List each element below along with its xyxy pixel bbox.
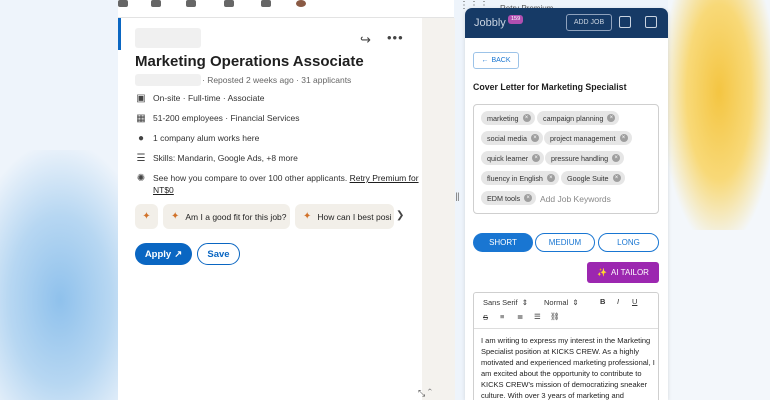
bell-icon[interactable] <box>261 0 271 7</box>
jobbly-header: Jobbly 159 ADD JOB <box>465 8 668 38</box>
jobs-icon[interactable] <box>186 0 196 7</box>
avatar[interactable] <box>296 0 306 7</box>
length-short-button[interactable]: SHORT <box>473 233 533 252</box>
size-select[interactable]: Normal ⇕ <box>544 298 579 307</box>
keyword-chip: marketing × <box>481 111 535 125</box>
sparkle-icon: ✦ <box>303 211 312 222</box>
page-gutter <box>422 18 455 400</box>
job-detail-workplace: ▣ On-site · Full-time · Associate <box>136 92 265 104</box>
network-icon[interactable] <box>151 0 161 7</box>
building-icon: ▦ <box>136 112 146 124</box>
company-name-placeholder <box>135 74 201 86</box>
keyword-chip: campaign planning × <box>537 111 620 125</box>
keyword-chip: Google Suite × <box>561 171 625 185</box>
job-detail-alumni: ● 1 company alum works here <box>135 131 259 145</box>
collapse-icons[interactable]: ⤡ ⌃ <box>418 388 432 399</box>
chevron-right-icon[interactable]: ❯ <box>396 210 404 221</box>
jobbly-logo: Jobbly <box>474 17 506 29</box>
italic-icon[interactable]: I <box>617 297 619 306</box>
watercolor-yellow-decoration <box>668 0 770 230</box>
link-icon[interactable]: ⛓ <box>550 312 560 321</box>
arrow-left-icon: ← <box>481 57 489 64</box>
checklist-icon: ☰ <box>136 152 146 164</box>
remove-icon[interactable]: × <box>532 154 541 162</box>
ai-assistant-button[interactable]: ✦ <box>135 204 158 229</box>
editor-toolbar: Sans Serif ⇕ Normal ⇕ B I U S ≡ ≣ ☰ ⛓ <box>474 293 658 329</box>
add-job-button[interactable]: ADD JOB <box>566 14 612 31</box>
ordered-list-icon[interactable]: ≡ <box>500 312 504 321</box>
job-detail-compare: ✺ See how you compare to over 100 other … <box>136 172 419 184</box>
cover-letter-editor[interactable]: Sans Serif ⇕ Normal ⇕ B I U S ≡ ≣ ☰ ⛓ I … <box>473 292 659 400</box>
ai-prompt-fit[interactable]: ✦ Am I a good fit for this job? <box>163 204 290 229</box>
cover-letter-text[interactable]: I am writing to express my interest in t… <box>481 335 655 400</box>
retry-premium-link[interactable]: Retry Premium for <box>350 173 419 183</box>
keyword-chip: pressure handling × <box>545 151 625 165</box>
remove-icon[interactable]: × <box>524 194 533 202</box>
credits-badge: 159 <box>508 15 524 24</box>
remove-icon[interactable]: × <box>612 174 621 182</box>
keyword-chip: social media × <box>481 131 543 145</box>
document-icon[interactable] <box>619 16 631 28</box>
keyword-chip: EDM tools × <box>481 191 537 205</box>
jobbly-panel: Jobbly 159 ADD JOB ← BACK Cover Letter f… <box>465 8 668 400</box>
length-long-button[interactable]: LONG <box>598 233 659 252</box>
keyword-chip: quick learner × <box>481 151 545 165</box>
job-title: Marketing Operations Associate <box>135 53 364 70</box>
resize-handle-icon[interactable]: ‖ <box>455 190 460 204</box>
selection-indicator <box>118 18 121 50</box>
people-icon: ● <box>137 132 145 144</box>
sparkle-icon: ✦ <box>171 211 180 222</box>
linkedin-top-nav: ⋮⋮⋮ Retry Premium <box>118 0 553 18</box>
remove-icon[interactable]: × <box>546 174 555 182</box>
lightbulb-icon: ✺ <box>136 172 146 184</box>
remove-icon[interactable]: × <box>612 154 621 162</box>
save-button[interactable]: Save <box>197 243 240 265</box>
external-link-icon: ↗ <box>174 248 183 260</box>
font-select[interactable]: Sans Serif ⇕ <box>483 298 528 307</box>
keyword-chip: project management × <box>544 131 632 145</box>
magic-wand-icon: ✨ <box>597 268 608 277</box>
align-icon[interactable]: ☰ <box>534 312 541 321</box>
keyword-input[interactable]: Add Job Keywords <box>540 194 611 204</box>
job-detail-company-size: ▦ 51-200 employees · Financial Services <box>136 112 300 124</box>
apply-button[interactable]: Apply ↗ <box>135 243 192 265</box>
remove-icon[interactable]: × <box>530 134 539 142</box>
share-icon[interactable]: ↪ <box>360 32 371 48</box>
strikethrough-icon[interactable]: S <box>483 313 488 322</box>
messaging-icon[interactable] <box>224 0 234 7</box>
keywords-box: marketing × campaign planning × social med… <box>473 104 659 214</box>
remove-icon[interactable]: × <box>619 134 628 142</box>
notification-icon[interactable] <box>118 0 128 7</box>
company-logo-placeholder <box>135 28 201 48</box>
retry-premium-price-link[interactable]: NT$0 <box>153 185 174 195</box>
cover-letter-title: Cover Letter for Marketing Specialist <box>473 82 627 92</box>
length-medium-button[interactable]: MEDIUM <box>535 233 595 252</box>
sparkle-icon: ✦ <box>142 211 151 222</box>
bullet-list-icon[interactable]: ≣ <box>517 312 523 321</box>
keyword-chip: fluency in English × <box>481 171 559 185</box>
remove-icon[interactable]: × <box>607 114 616 122</box>
settings-icon[interactable] <box>645 16 657 28</box>
ai-prompt-position[interactable]: ✦ How can I best posi <box>295 204 394 229</box>
more-options-icon[interactable]: ••• <box>387 30 404 45</box>
remove-icon[interactable]: × <box>522 114 531 122</box>
ai-tailor-button[interactable]: ✨ AI TAILOR <box>587 262 659 283</box>
job-meta: · Reposted 2 weeks ago · 31 applicants <box>202 75 352 85</box>
job-detail-skills[interactable]: ☰ Skills: Mandarin, Google Ads, +8 more <box>135 151 298 165</box>
bold-icon[interactable]: B <box>600 297 605 306</box>
back-button[interactable]: ← BACK <box>473 52 519 69</box>
briefcase-icon: ▣ <box>136 92 146 104</box>
underline-icon[interactable]: U <box>632 297 637 306</box>
